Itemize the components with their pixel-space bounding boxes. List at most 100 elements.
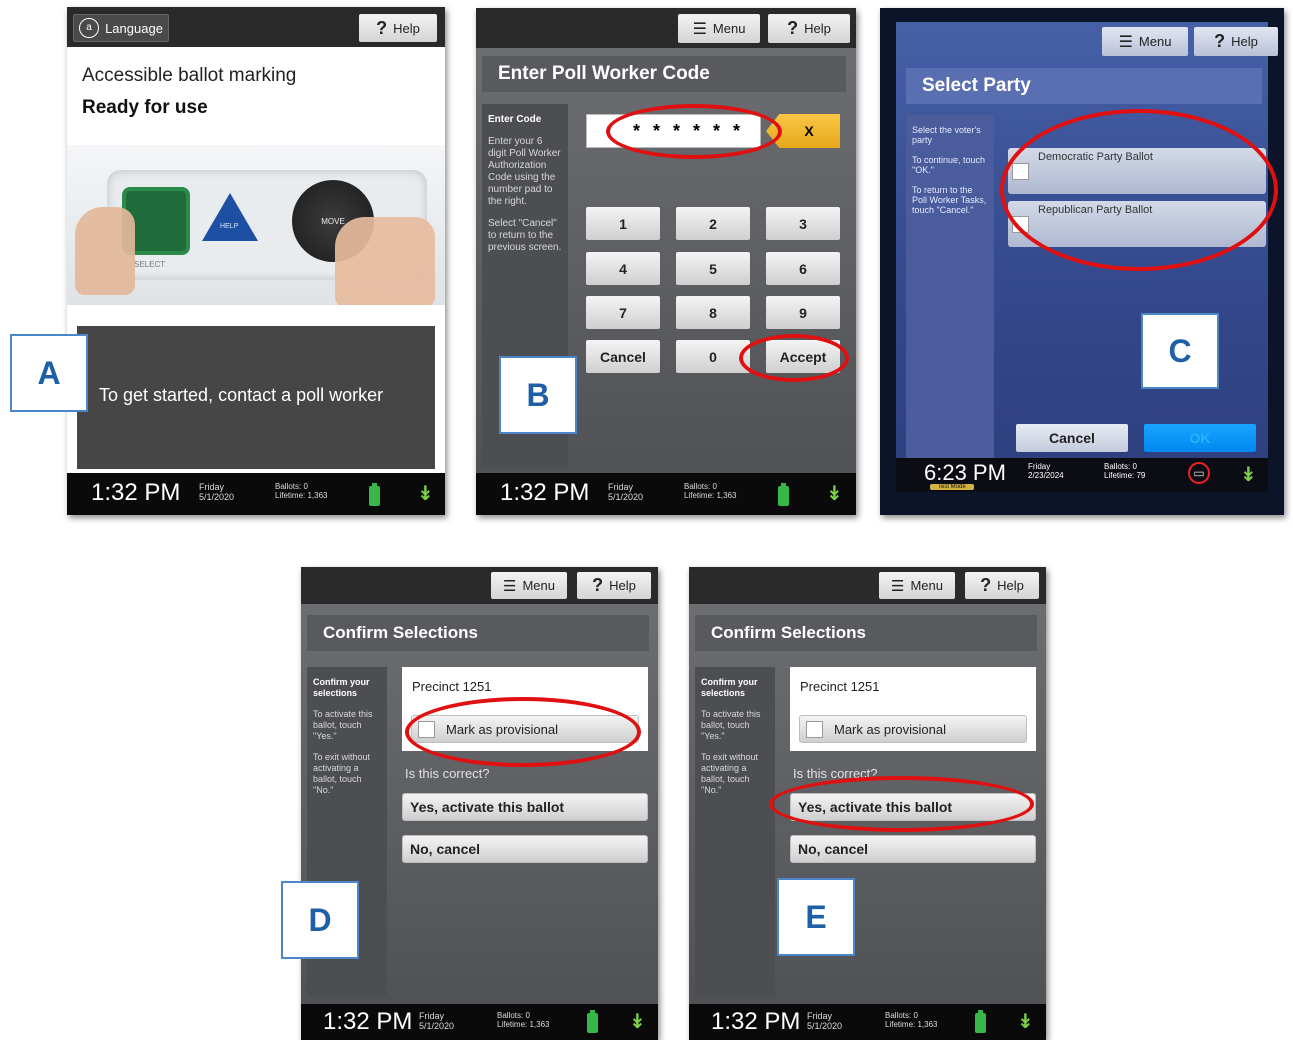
help-icon: ?: [592, 575, 604, 595]
side-text-2: To continue, touch "OK.": [912, 155, 986, 175]
language-icon: a: [79, 18, 100, 38]
key-8[interactable]: 8: [676, 296, 750, 329]
help-label: Help: [393, 20, 420, 36]
status-date: Friday 5/1/2020: [199, 482, 235, 502]
menu-label: Menu: [522, 578, 555, 593]
help-icon: ?: [787, 18, 799, 38]
yes-activate-button[interactable]: Yes, activate this ballot: [402, 793, 648, 821]
status-time: 1:32 PM: [500, 479, 590, 506]
status-counts: Ballots: 0 Lifetime: 1,363: [497, 1011, 550, 1029]
help-device-button: HELP: [202, 193, 258, 241]
power-plug-icon: ↡: [826, 483, 843, 505]
menu-button[interactable]: ☰ Menu: [491, 572, 567, 599]
key-3[interactable]: 3: [766, 207, 840, 240]
status-counts: Ballots: 0 Lifetime: 1,363: [684, 482, 737, 500]
test-mode-badge: Test Mode: [930, 484, 974, 490]
status-time: 1:32 PM: [91, 479, 181, 506]
help-label: Help: [997, 578, 1024, 593]
status-time: 1:32 PM: [323, 1008, 413, 1035]
side-heading: Confirm your selections: [313, 677, 370, 698]
side-text-2: To exit without activating a ballot, tou…: [313, 752, 371, 795]
help-button[interactable]: ? Help: [1194, 27, 1278, 56]
screen-title: Confirm Selections: [307, 615, 649, 651]
question-text: Is this correct?: [405, 766, 490, 781]
clear-label: X: [804, 123, 814, 139]
side-text-1: To activate this ballot, touch "Yes.": [313, 709, 373, 741]
key-1[interactable]: 1: [586, 207, 660, 240]
panel-c-select-party: ☰ Menu ? Help Select Party Select the vo…: [880, 8, 1284, 515]
key-9[interactable]: 9: [766, 296, 840, 329]
provisional-label: Mark as provisional: [834, 721, 946, 737]
highlight-ring-accept: [739, 334, 849, 382]
menu-icon: ☰: [1118, 33, 1133, 51]
side-text-3: To return to the Poll Worker Tasks, touc…: [912, 185, 987, 215]
status-bar: 1:32 PM Friday 5/1/2020 Ballots: 0 Lifetim…: [476, 473, 856, 515]
hand-left: [75, 207, 135, 295]
battery-icon: [369, 483, 380, 506]
key-7[interactable]: 7: [586, 296, 660, 329]
screen-subtitle: Ready for use: [82, 97, 208, 118]
help-button[interactable]: ? Help: [768, 14, 850, 43]
menu-label: Menu: [910, 578, 943, 593]
menu-icon: ☰: [692, 20, 707, 38]
cancel-button[interactable]: Cancel: [586, 340, 660, 373]
language-button[interactable]: a Language: [73, 14, 169, 42]
panel-e-confirm-selections: ☰ Menu ? Help Confirm Selections Confirm…: [689, 567, 1046, 1040]
screen-title: Select Party: [906, 68, 1262, 104]
status-counts: Ballots: 0 Lifetime: 1,363: [275, 482, 328, 500]
panel-a-ready-screen: a Language ? Help Accessible ballot mark…: [67, 7, 445, 515]
precinct-label: Precinct 1251: [412, 679, 492, 694]
status-counts: Ballots: 0 Lifetime: 1,363: [885, 1011, 938, 1029]
instructions-column: Confirm your selections To activate this…: [695, 667, 775, 997]
side-heading: Confirm your selections: [701, 677, 758, 698]
status-bar: 1:32 PM Friday 5/1/2020 Ballots: 0 Lifetim…: [689, 1004, 1046, 1040]
battery-icon: [587, 1010, 598, 1033]
menu-icon: ☰: [891, 577, 905, 595]
panel-d-confirm-selections: ☰ Menu ? Help Confirm Selections Confirm…: [301, 567, 658, 1040]
status-date: Friday 5/1/2020: [608, 482, 644, 502]
status-time: 6:23 PM: [924, 460, 1006, 485]
device-photo: SELECT HELP MOVE: [67, 145, 445, 305]
side-text-1: Select the voter's party: [912, 125, 981, 145]
battery-icon: [975, 1010, 986, 1033]
panel-b-poll-worker-code: ☰ Menu ? Help Enter Poll Worker Code Ent…: [476, 8, 856, 515]
mark-provisional-button[interactable]: Mark as provisional: [799, 715, 1027, 743]
menu-button[interactable]: ☰ Menu: [678, 14, 760, 43]
power-plug-icon: ↡: [629, 1011, 646, 1033]
language-label: Language: [105, 20, 163, 36]
help-label: Help: [804, 21, 831, 36]
no-cancel-button[interactable]: No, cancel: [402, 835, 648, 863]
no-cancel-button[interactable]: No, cancel: [790, 835, 1036, 863]
screen-title: Confirm Selections: [695, 615, 1037, 651]
key-4[interactable]: 4: [586, 252, 660, 285]
panel-label-b: B: [499, 356, 577, 434]
screen-title: Enter Poll Worker Code: [482, 56, 846, 92]
help-icon: ?: [376, 17, 388, 38]
power-plug-icon: ↡: [1017, 1011, 1034, 1033]
side-heading: Enter Code: [488, 114, 542, 125]
menu-button[interactable]: ☰ Menu: [1102, 27, 1188, 56]
status-bar: 1:32 PM Friday 5/1/2020 Ballots: 0 Lifetim…: [301, 1004, 658, 1040]
hand-right: [335, 217, 435, 305]
power-plug-icon: ↡: [1240, 464, 1257, 486]
side-text-1: Enter your 6 digit Poll Worker Authoriza…: [488, 136, 561, 207]
status-date: Friday 5/1/2020: [419, 1011, 455, 1031]
status-counts: Ballots: 0 Lifetime: 79: [1104, 462, 1146, 480]
side-text-2: Select "Cancel" to return to the previou…: [488, 218, 562, 253]
help-icon: ?: [980, 575, 992, 595]
provisional-checkbox[interactable]: [806, 721, 823, 738]
prompt-text: To get started, contact a poll worker: [99, 385, 384, 405]
menu-label: Menu: [1138, 34, 1172, 49]
help-button[interactable]: ? Help: [965, 572, 1039, 599]
cancel-button[interactable]: Cancel: [1016, 424, 1128, 452]
help-button[interactable]: ? Help: [577, 572, 651, 599]
help-button[interactable]: ? Help: [359, 14, 437, 42]
instructions-column: Select the voter's party To continue, to…: [906, 115, 994, 463]
precinct-label: Precinct 1251: [800, 679, 880, 694]
key-6[interactable]: 6: [766, 252, 840, 285]
key-5[interactable]: 5: [676, 252, 750, 285]
ok-button[interactable]: OK: [1144, 424, 1256, 452]
key-2[interactable]: 2: [676, 207, 750, 240]
menu-button[interactable]: ☰ Menu: [879, 572, 955, 599]
highlight-ring-code: [606, 104, 782, 159]
